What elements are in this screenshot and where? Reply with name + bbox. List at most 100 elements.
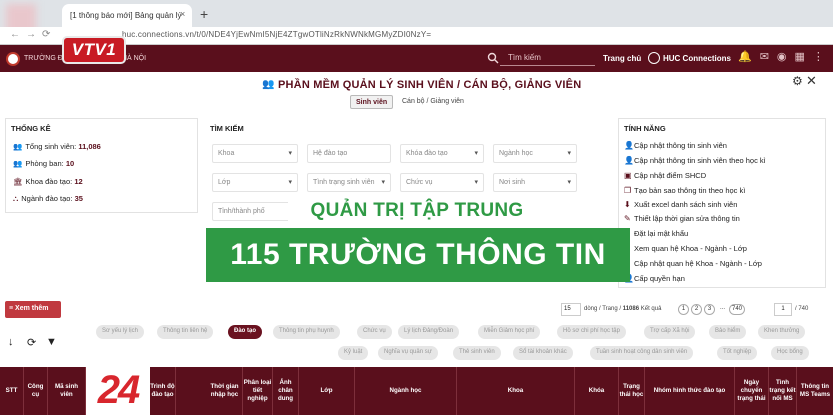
url-text[interactable]: huc.connections.vn/t/0/NDE4YjEwNmI5NjE4Z… xyxy=(122,30,431,39)
col-thong-tin-ms-teams[interactable]: Thông tin MS Teams xyxy=(797,367,833,415)
stat-value: 35 xyxy=(74,194,83,203)
page-title: PHẦN MỀM QUẢN LÝ SINH VIÊN / CÁN BỘ, GIẢ… xyxy=(278,79,582,91)
filter-lop[interactable]: Lớp ▾ xyxy=(212,173,298,192)
sitemap-icon: ⛬ xyxy=(13,194,19,203)
col-khoa-hoc[interactable]: Khóa xyxy=(575,367,619,415)
chip-dao-tao[interactable]: Đào tạo xyxy=(228,325,263,339)
page-button[interactable]: 740 xyxy=(729,304,745,315)
chip-chuc-vu[interactable]: Chức vụ xyxy=(357,325,392,339)
feature-label: Đặt lại mật khẩu xyxy=(634,229,689,238)
col-khoa[interactable]: Khoa xyxy=(457,367,575,415)
page-button[interactable]: 2 xyxy=(691,304,702,315)
browser-tab[interactable]: [1 thông báo mới] Bảng quản lý xyxy=(62,4,192,27)
col-ngay-chuyen[interactable]: Ngày chuyển trạng thái xyxy=(735,367,769,415)
col-tinh-trang-ket-noi[interactable]: Tình trạng kết nối MS xyxy=(769,367,797,415)
gear-icon[interactable]: ⚙ xyxy=(792,74,803,88)
chevron-down-icon: ▾ xyxy=(288,150,292,157)
chip-ho-so-chi-phi[interactable]: Hồ sơ chi phí học tập xyxy=(557,325,626,339)
chip-so-yeu-ly-lich[interactable]: Sơ yếu lý lịch xyxy=(96,325,144,339)
filter-noi-sinh[interactable]: Nơi sinh ▾ xyxy=(493,173,577,192)
chip-ly-lich-dang-doan[interactable]: Lý lịch Đảng/Đoàn xyxy=(398,325,460,339)
feature-item[interactable]: ❐ Tạo bản sao thông tin theo học kì xyxy=(624,186,745,195)
feature-label: Cập nhật điểm SHCD xyxy=(634,171,707,180)
user-edit-icon: 👤 xyxy=(624,141,634,150)
filter-icon[interactable]: ▼ xyxy=(46,336,57,348)
feature-item[interactable]: ✎ Thiết lập thời gian sửa thông tin xyxy=(624,214,740,223)
search-icon[interactable] xyxy=(487,52,499,64)
nav-buttons-icon[interactable]: ←→⟳ xyxy=(10,29,56,40)
col-trinh-do[interactable]: Trình độ đào tạo xyxy=(150,367,176,415)
filter-khoa-dao-tao[interactable]: Khóa đào tạo ▾ xyxy=(400,144,484,163)
tab-close-icon[interactable]: × xyxy=(180,9,185,19)
search-input[interactable] xyxy=(500,50,595,66)
feature-item[interactable]: 👤Cập nhật thông tin sinh viên theo học k… xyxy=(624,156,766,165)
globe-icon[interactable] xyxy=(648,52,660,64)
tab-sinh-vien[interactable]: Sinh viên xyxy=(350,95,394,109)
filter-tinh-trang[interactable]: Tình trạng sinh viên ▾ xyxy=(307,173,391,192)
feature-item[interactable]: ⛬Cập nhật quan hệ Khoa - Ngành - Lớp xyxy=(624,259,762,269)
feature-label: Cập nhật thông tin sinh viên theo học kì xyxy=(634,156,766,165)
col-nganh-hoc[interactable]: Ngành học xyxy=(355,367,457,415)
col-nhom-hinh-thuc[interactable]: Nhóm hình thức đào tạo xyxy=(645,367,735,415)
feature-item[interactable]: ⬇ Xuất excel danh sách sinh viên xyxy=(624,200,737,209)
show-more-button[interactable]: ≡ Xem thêm xyxy=(5,301,61,318)
chip-mien-giam-hoc-phi[interactable]: Miễn Giảm học phí xyxy=(478,325,541,339)
col-phan-loai[interactable]: Phân loại tiết nghiệp xyxy=(243,367,273,415)
filter-tinh-thanh-pho[interactable]: Tỉnh/thành phố xyxy=(212,202,298,221)
feature-item[interactable]: 👤Cập nhật thông tin sinh viên xyxy=(624,141,727,150)
feature-item[interactable]: 👤Cấp quyền hạn xyxy=(624,274,685,283)
col-stt[interactable]: STT xyxy=(0,367,24,415)
filter-chuc-vu[interactable]: Chức vụ ▾ xyxy=(400,173,484,192)
feature-item[interactable]: ⚿Đặt lại mật khẩu xyxy=(624,229,688,239)
chip-hoc-bong[interactable]: Học bổng xyxy=(771,346,809,360)
chip-tuan-sinh-hoat[interactable]: Tuần sinh hoạt công dân sinh viên xyxy=(590,346,694,360)
chip-bao-hiem[interactable]: Bảo hiểm xyxy=(709,325,747,339)
faculty-icon: 🏛 xyxy=(13,177,23,186)
stat-value: 10 xyxy=(65,159,75,168)
feature-item[interactable]: ▣ Cập nhật điểm SHCD xyxy=(624,171,706,180)
sort-down-icon[interactable]: ↓ xyxy=(8,336,14,348)
chip-so-tai-khoan-khac[interactable]: Sổ tài khoản khác xyxy=(513,346,573,360)
col-lop[interactable]: Lớp xyxy=(299,367,355,415)
filter-he-dao-tao[interactable]: Hệ đào tạo xyxy=(307,144,391,163)
chevron-down-icon: ▾ xyxy=(567,150,571,157)
page-size-select[interactable]: 15 xyxy=(561,303,581,316)
address-bar[interactable]: ←→⟳ huc.connections.vn/t/0/NDE4YjEwNmI5N… xyxy=(0,27,833,45)
col-thoi-gian-nhap-hoc[interactable]: Thời gian nhập học xyxy=(207,367,243,415)
nav-home-link[interactable]: Trang chủ xyxy=(603,54,641,63)
page-ellipsis: ... xyxy=(719,305,725,311)
school-logo-icon[interactable] xyxy=(6,52,20,66)
new-tab-icon[interactable]: + xyxy=(200,6,208,22)
chevron-down-icon: ▾ xyxy=(567,179,571,186)
refresh-icon[interactable]: ⟳ xyxy=(27,336,36,349)
feature-item[interactable]: ⛬Xem quan hệ Khoa - Ngành - Lớp xyxy=(624,244,747,254)
chip-khen-thuong[interactable]: Khen thưởng xyxy=(758,325,806,339)
stat-label: Phòng ban: xyxy=(25,159,64,168)
page-button[interactable]: 1 xyxy=(678,304,689,315)
header-action-icons[interactable]: 🔔✉◉▦⋮ xyxy=(738,50,832,63)
field-placeholder: Hệ đào tạo xyxy=(313,150,348,157)
chip-the-sinh-vien[interactable]: Thẻ sinh viên xyxy=(453,346,501,360)
close-icon[interactable]: ✕ xyxy=(806,73,817,89)
page-button[interactable]: 3 xyxy=(704,304,715,315)
chip-nghia-vu-quan-su[interactable]: Nghĩa vụ quân sự xyxy=(378,346,438,360)
col-cong-cu[interactable]: Công cụ xyxy=(24,367,48,415)
pagination-text: dòng / Trang / xyxy=(584,306,623,312)
chip-thong-tin-phu-huynh[interactable]: Thông tin phụ huynh xyxy=(273,325,340,339)
page-number-input[interactable]: 1 xyxy=(774,303,792,316)
pagination-info: dòng / Trang / 11086 Kết quả xyxy=(584,306,661,312)
tab-can-bo-giang-vien[interactable]: Cán bộ / Giảng viên xyxy=(397,95,469,109)
col-trang-thai-hoc[interactable]: Trạng thái học xyxy=(619,367,645,415)
col-ma-sinh-vien[interactable]: Mã sinh viên xyxy=(48,367,86,415)
chip-thong-tin-lien-he[interactable]: Thông tin liên hệ xyxy=(157,325,214,339)
nav-huc-connections-link[interactable]: HUC Connections xyxy=(663,54,731,63)
filter-khoa[interactable]: Khoa ▾ xyxy=(212,144,298,163)
col-anh-chan-dung[interactable]: Ảnh chân dung xyxy=(273,367,299,415)
feature-label: Cấp quyền hạn xyxy=(634,274,685,283)
chip-tot-nghiep[interactable]: Tốt nghiệp xyxy=(717,346,758,360)
feature-label: Cập nhật thông tin sinh viên xyxy=(634,141,727,150)
filter-nganh-hoc[interactable]: Ngành học ▾ xyxy=(493,144,577,163)
field-placeholder: Khóa đào tạo xyxy=(406,150,448,157)
chip-tro-cap-xa-hoi[interactable]: Trợ cấp Xã hội xyxy=(644,325,696,339)
chip-ky-luat[interactable]: Kỷ luật xyxy=(338,346,369,360)
